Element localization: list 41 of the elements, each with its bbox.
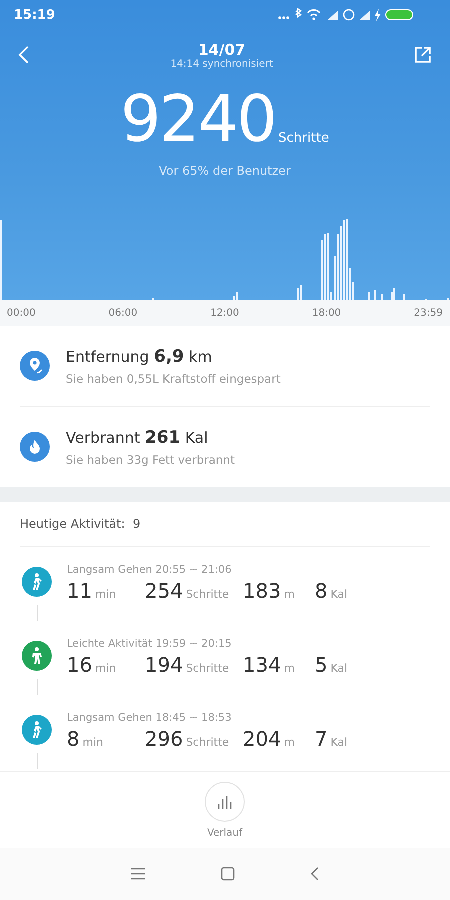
time-axis-label: 06:00 [108, 308, 138, 318]
status-time: 15:19 [14, 8, 56, 22]
location-pin-icon [20, 351, 50, 381]
bar-chart-icon [217, 794, 233, 808]
time-axis-label: 00:00 [7, 308, 36, 318]
activity-title: Leichte Aktivität 19:59 ~ 20:15 [67, 638, 233, 650]
activity-title: Langsam Gehen 20:55 ~ 21:06 [67, 564, 233, 576]
activity-value: 183 m [243, 579, 296, 603]
activity-value: 11 min [67, 579, 118, 603]
activity-value: 296 Schritte [145, 727, 230, 751]
time-axis-label: 18:00 [312, 308, 342, 318]
activity-value: 16 min [67, 653, 118, 677]
history-label: Verlauf [207, 828, 243, 838]
share-button[interactable] [414, 46, 432, 64]
stat-note: Sie haben 0,55L Kraftstoff eingespart [66, 372, 281, 386]
back-button[interactable] [18, 45, 30, 65]
step-count: 9240 [120, 88, 276, 152]
activity-count: Heutige Aktivität: 9 [20, 517, 141, 531]
activity-value: 8 Kal [315, 579, 349, 603]
stat-title: Entfernung 6,9 km [66, 346, 214, 366]
activity-value: 134 m [243, 653, 296, 677]
home-button[interactable] [221, 867, 235, 881]
activity-value: 8 min [67, 727, 104, 751]
sync-time: 14:14 synchronisiert [170, 58, 274, 70]
flame-icon [20, 432, 50, 462]
activity-value: 254 Schritte [145, 579, 230, 603]
menu-button[interactable] [131, 868, 145, 880]
ranking-text: Vor 65% der Benutzer [158, 164, 292, 178]
activity-title: Langsam Gehen 18:45 ~ 18:53 [67, 712, 233, 724]
back-nav-button[interactable] [311, 867, 319, 881]
activity-value: 7 Kal [315, 727, 349, 751]
time-axis-label: 12:00 [210, 308, 240, 318]
time-axis-label: 23:59 [414, 308, 443, 318]
history-button[interactable] [205, 782, 245, 822]
stat-title: Verbrannt 261 Kal [66, 428, 210, 448]
activity-value: 5 Kal [315, 653, 349, 677]
steps-unit: Schritte [278, 131, 330, 146]
date-title: 14/07 [198, 40, 246, 58]
stat-note: Sie haben 33g Fett verbrannt [66, 452, 235, 466]
activity-value: 194 Schritte [145, 653, 230, 677]
activity-value: 204 m [243, 727, 296, 751]
